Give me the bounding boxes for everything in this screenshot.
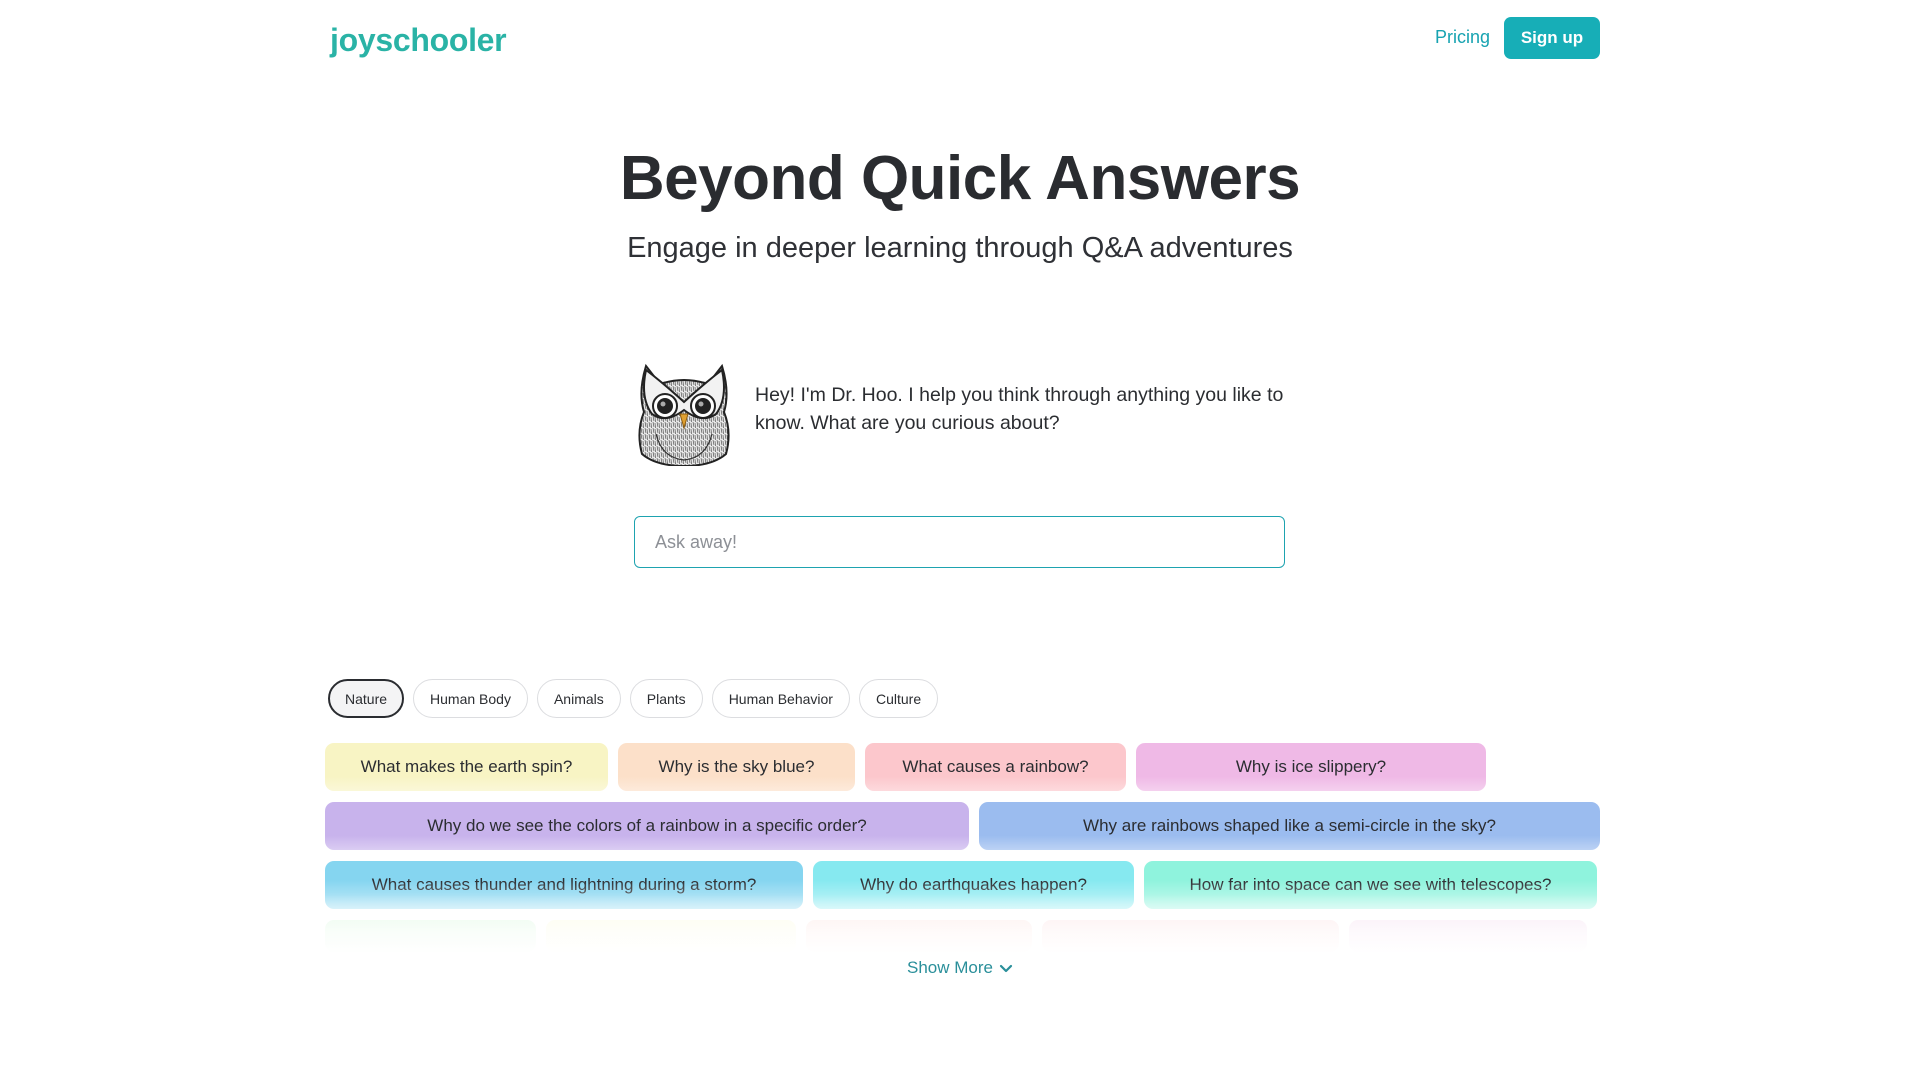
category-tabs: Nature Human Body Animals Plants Human Behav… xyxy=(328,679,939,718)
category-tab-animals[interactable]: Animals xyxy=(536,679,621,718)
category-tab-plants[interactable]: Plants xyxy=(629,679,703,718)
question-card[interactable]: What causes a rainbow? xyxy=(865,743,1126,791)
question-card[interactable] xyxy=(806,920,1032,952)
category-tab-nature[interactable]: Nature xyxy=(328,679,405,718)
nav-pricing-link[interactable]: Pricing xyxy=(1435,27,1490,48)
question-card[interactable]: Why are rainbows shaped like a semi-circ… xyxy=(979,802,1600,850)
logo[interactable]: joyschooler xyxy=(330,22,507,59)
hero-subtitle: Engage in deeper learning through Q&A ad… xyxy=(627,232,1293,264)
show-more-button[interactable]: Show More xyxy=(907,958,1013,978)
assistant-greeting: Hey! I'm Dr. Hoo. I help you think throu… xyxy=(755,384,1284,434)
sign-up-button[interactable]: Sign up xyxy=(1504,17,1600,59)
question-card[interactable]: Why is ice slippery? xyxy=(1136,743,1486,791)
question-card[interactable]: Why do earthquakes happen? xyxy=(813,861,1134,909)
question-card[interactable] xyxy=(1349,920,1587,952)
question-row: What causes thunder and lightning during… xyxy=(325,861,1597,909)
question-card[interactable]: Why do we see the colors of a rainbow in… xyxy=(325,802,969,850)
question-card[interactable] xyxy=(546,920,796,952)
question-card[interactable] xyxy=(325,920,536,952)
question-card[interactable]: What makes the earth spin? xyxy=(325,743,608,791)
show-more-label: Show More xyxy=(907,958,993,977)
question-card[interactable]: Why is the sky blue? xyxy=(618,743,855,791)
category-tab-human-behavior[interactable]: Human Behavior xyxy=(711,679,850,718)
question-card[interactable] xyxy=(1042,920,1339,952)
hero-title: Beyond Quick Answers xyxy=(619,144,1301,213)
question-row: Why do we see the colors of a rainbow in… xyxy=(325,802,1600,850)
question-card[interactable]: What causes thunder and lightning during… xyxy=(325,861,803,909)
owl-icon xyxy=(632,362,736,468)
ask-input[interactable] xyxy=(634,516,1285,568)
category-tab-human-body[interactable]: Human Body xyxy=(413,679,528,718)
category-tab-culture[interactable]: Culture xyxy=(858,679,939,718)
question-grid: What makes the earth spin? Why is the sky… xyxy=(325,743,1600,979)
question-card[interactable]: How far into space can we see with teles… xyxy=(1144,861,1597,909)
chevron-down-icon xyxy=(999,964,1013,973)
question-row: What makes the earth spin? Why is the sky… xyxy=(325,743,1596,791)
